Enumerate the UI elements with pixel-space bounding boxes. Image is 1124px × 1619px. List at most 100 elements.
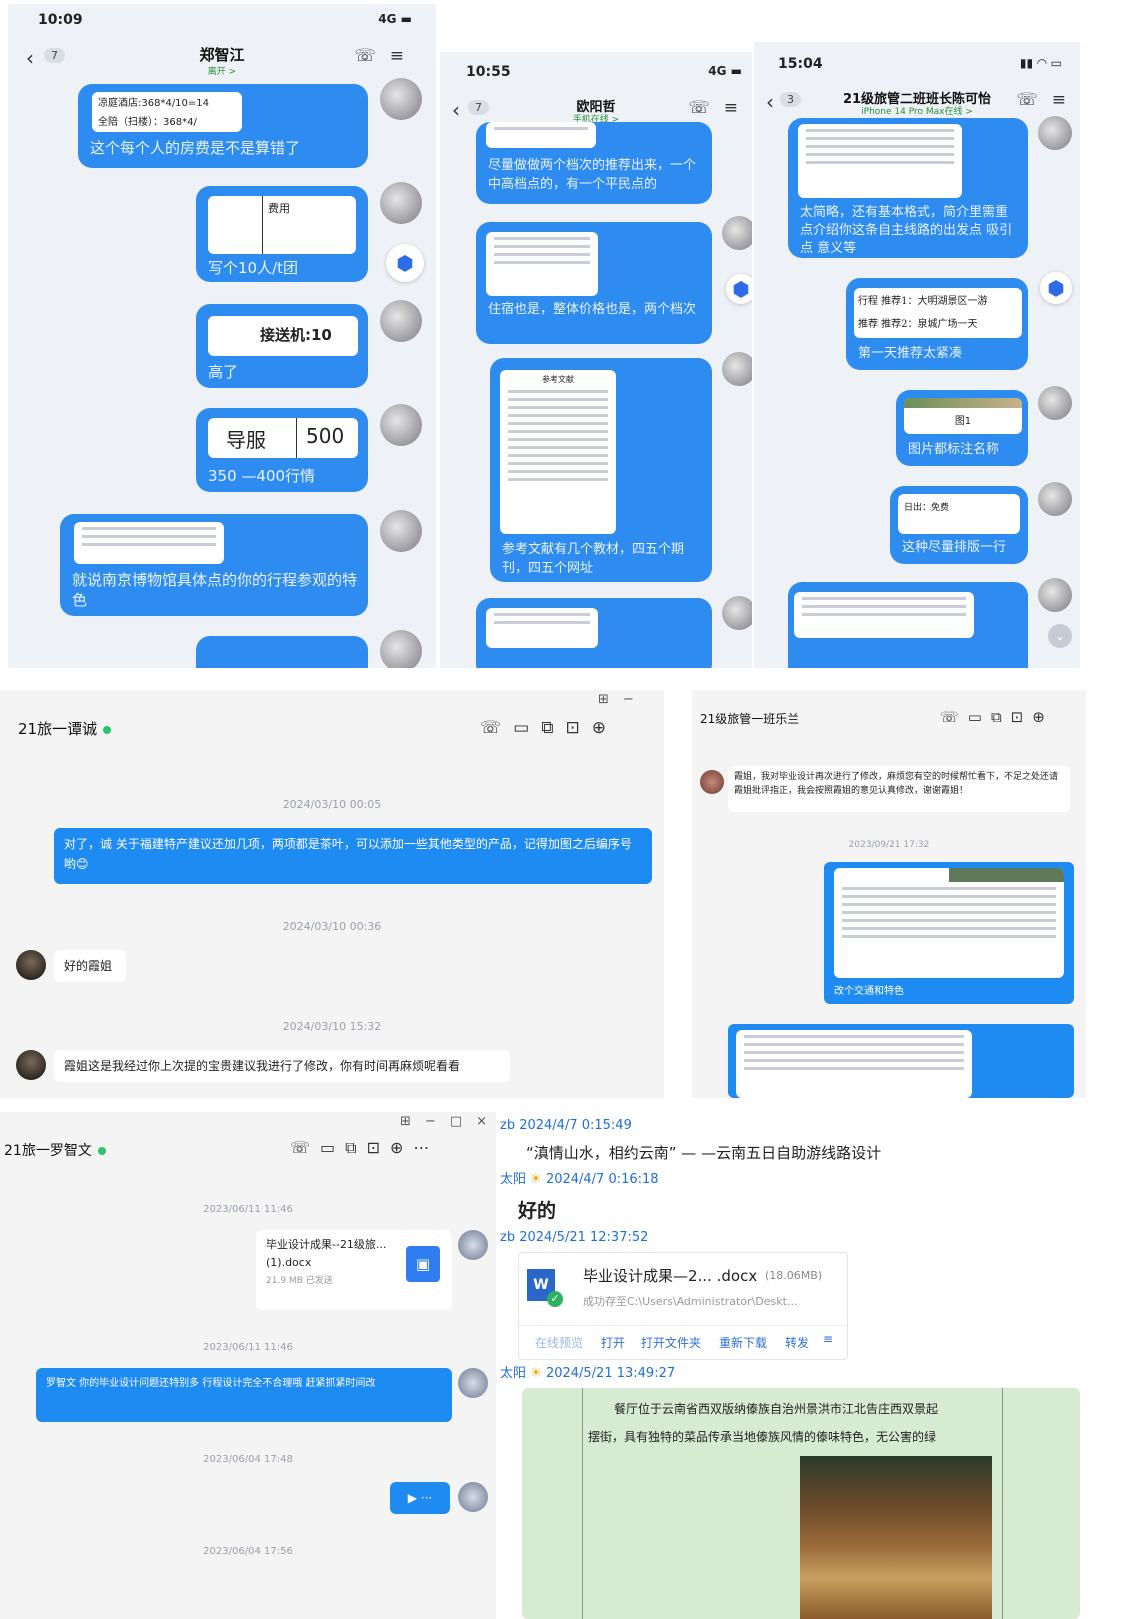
avatar[interactable] bbox=[1038, 116, 1072, 150]
image-attachment[interactable] bbox=[74, 522, 224, 564]
image-attachment[interactable]: 行程 推荐1：大明湖景区一游 推荐 推荐2：泉城广场一天 bbox=[854, 288, 1022, 338]
avatar[interactable] bbox=[380, 78, 422, 120]
assistant-fab-icon[interactable]: ⬢ bbox=[726, 274, 752, 304]
menu-icon[interactable]: ≡ bbox=[724, 98, 752, 118]
minimize-icon[interactable]: − bbox=[425, 1114, 450, 1129]
message-bubble[interactable]: 凉庭酒店:368*4/10=14 全陪（扫楼）：368*4/ 这个每个人的房费是… bbox=[78, 84, 368, 168]
image-attachment[interactable]: 接送机:10 bbox=[208, 316, 358, 356]
action-open-folder[interactable]: 打开文件夹 bbox=[641, 1334, 701, 1351]
message-bubble[interactable]: 图1 图片都标注名称 bbox=[896, 390, 1028, 466]
remote-icon[interactable]: ⊡ bbox=[367, 1138, 390, 1157]
image-attachment[interactable]: 图1 bbox=[904, 398, 1022, 434]
message-bubble[interactable]: 日出：免费 这种尽量排版一行 bbox=[890, 486, 1028, 564]
message-bubble[interactable]: 霞姐，我对毕业设计再次进行了修改，麻烦您有空的时候帮忙看下，不足之处还请霞姐批评… bbox=[728, 766, 1070, 812]
image-attachment[interactable] bbox=[794, 592, 974, 638]
message-bubble[interactable]: 导服 500 350 —400行情 bbox=[196, 408, 368, 492]
avatar[interactable] bbox=[16, 950, 46, 980]
menu-icon[interactable]: ≡ bbox=[1052, 90, 1080, 110]
avatar[interactable] bbox=[700, 770, 724, 794]
doc-paragraph: 摆街，具有独特的菜品传承当地傣族风情的傣味特色，无公害的绿 bbox=[588, 1430, 937, 1444]
image-attachment[interactable]: 日出：免费 bbox=[898, 494, 1020, 534]
file-card[interactable]: 毕业设计成果--21级旅... (1).docx 21.9 MB 已发送 ▣ bbox=[256, 1230, 452, 1310]
minimize-icon[interactable]: − bbox=[623, 692, 648, 707]
remote-icon[interactable]: ⊡ bbox=[565, 718, 591, 738]
phone-icon[interactable]: ☏ bbox=[480, 718, 513, 738]
message-bubble[interactable]: 罗智文 你的毕业设计问题还特别多 行程设计完全不合理哦 赶紧抓紧时间改 bbox=[36, 1368, 452, 1422]
avatar[interactable] bbox=[1038, 482, 1072, 516]
message-bubble[interactable]: 好的霞姐 bbox=[54, 950, 126, 982]
avatar[interactable] bbox=[722, 596, 752, 630]
avatar[interactable] bbox=[380, 630, 422, 668]
document-screenshot[interactable]: 餐厅位于云南省西双版纳傣族自治州景洪市江北告庄西双景起 摆街，具有独特的菜品传承… bbox=[522, 1388, 1080, 1619]
image-attachment[interactable] bbox=[736, 1030, 972, 1098]
message-bubble[interactable]: 行程 推荐1：大明湖景区一游 推荐 推荐2：泉城广场一天 第一天推荐太紧凑 bbox=[846, 278, 1028, 370]
message-bubble[interactable]: 接送机:10 高了 bbox=[196, 304, 368, 388]
message-bubble[interactable]: 就说南京博物馆具体点的你的行程参观的特色 bbox=[60, 514, 368, 616]
menu-icon[interactable]: ≡ bbox=[390, 46, 418, 66]
image-attachment[interactable]: 凉庭酒店:368*4/10=14 全陪（扫楼）：368*4/ bbox=[92, 92, 242, 132]
image-attachment[interactable] bbox=[486, 232, 598, 296]
scroll-down-icon[interactable]: ⌄ bbox=[1048, 624, 1072, 648]
maximize-icon[interactable]: □ bbox=[450, 1114, 476, 1129]
video-icon[interactable]: ▭ bbox=[968, 708, 991, 726]
avatar[interactable] bbox=[722, 352, 752, 386]
message-bubble[interactable]: 霞姐这是我经过你上次提的宝贵建议我进行了修改，你有时间再麻烦呢看看 bbox=[54, 1050, 510, 1082]
video-icon[interactable]: ▭ bbox=[513, 718, 541, 738]
screen-share-icon[interactable]: ⧉ bbox=[541, 718, 565, 738]
add-icon[interactable]: ⊕ bbox=[592, 718, 618, 738]
assistant-fab-icon[interactable]: ⬢ bbox=[386, 244, 424, 282]
remote-icon[interactable]: ⊡ bbox=[1011, 708, 1033, 726]
screen-share-icon[interactable]: ⧉ bbox=[345, 1138, 366, 1157]
more-menu-icon[interactable]: ≡ bbox=[823, 1332, 833, 1346]
image-attachment[interactable] bbox=[486, 608, 598, 648]
avatar[interactable] bbox=[380, 300, 422, 342]
close-icon[interactable]: × bbox=[476, 1114, 496, 1129]
avatar[interactable] bbox=[380, 182, 422, 224]
assistant-fab-icon[interactable]: ⬢ bbox=[1040, 272, 1072, 304]
image-attachment[interactable]: 导服 500 bbox=[208, 418, 358, 458]
add-icon[interactable]: ⊕ bbox=[1032, 708, 1054, 726]
avatar[interactable] bbox=[16, 1050, 46, 1080]
message-bubble[interactable]: 对了，诚 关于福建特产建议还加几项，两项都是茶叶，可以添加一些其他类型的产品，记… bbox=[54, 828, 652, 884]
avatar[interactable] bbox=[458, 1482, 488, 1512]
file-card[interactable]: W ✓ 毕业设计成果—2... .docx (18.06MB) 成功存至C:\U… bbox=[518, 1252, 848, 1360]
avatar[interactable] bbox=[1038, 386, 1072, 420]
phone-icon[interactable]: ☏ bbox=[688, 98, 723, 118]
message-bubble[interactable]: 参考文献 参考文献有几个教材，四五个期刊，四五个网址 bbox=[490, 358, 712, 582]
message-bubble[interactable]: 住宿也是，整体价格也是，两个档次 bbox=[476, 222, 712, 344]
phone-icon[interactable]: ☏ bbox=[354, 46, 389, 66]
phone-icon[interactable]: ☏ bbox=[290, 1138, 320, 1157]
message-bubble[interactable]: 太简略，还有基本格式，简介里需重点介绍你这条自主线路的出发点 吸引点 意义等 bbox=[788, 118, 1028, 258]
action-open[interactable]: 打开 bbox=[601, 1334, 625, 1351]
message-bubble[interactable]: 费用 写个10人/t团 bbox=[196, 186, 368, 282]
avatar[interactable] bbox=[380, 404, 422, 446]
avatar[interactable] bbox=[722, 216, 752, 250]
add-icon[interactable]: ⊕ bbox=[390, 1138, 413, 1157]
pin-icon[interactable]: ⊞ bbox=[598, 692, 623, 707]
image-attachment[interactable]: 费用 bbox=[208, 196, 356, 254]
avatar[interactable] bbox=[458, 1230, 488, 1260]
video-icon[interactable]: ▭ bbox=[320, 1138, 345, 1157]
avatar[interactable] bbox=[458, 1368, 488, 1398]
action-redownload[interactable]: 重新下载 bbox=[719, 1334, 767, 1351]
phone-icon[interactable]: ☏ bbox=[940, 708, 968, 726]
message-bubble[interactable]: 尽量做做两个档次的推荐出来，一个中高档点的，有一个平民点的 bbox=[476, 122, 712, 204]
action-forward[interactable]: 转发 bbox=[785, 1334, 809, 1351]
action-preview[interactable]: 在线预览 bbox=[535, 1334, 583, 1351]
avatar[interactable] bbox=[1038, 578, 1072, 612]
voice-message[interactable]: ▶ ··· bbox=[390, 1482, 450, 1514]
image-attachment[interactable] bbox=[834, 868, 1064, 978]
image-attachment[interactable] bbox=[798, 124, 962, 198]
pin-icon[interactable]: ⊞ bbox=[400, 1114, 425, 1129]
message-bubble[interactable] bbox=[196, 636, 368, 668]
image-attachment[interactable]: 参考文献 bbox=[500, 370, 616, 534]
more-icon[interactable]: ⋯ bbox=[413, 1138, 439, 1157]
phone-icon[interactable]: ☏ bbox=[1016, 90, 1051, 110]
message-bubble[interactable]: 改个交通和特色 bbox=[824, 862, 1074, 1004]
message-bubble[interactable] bbox=[476, 598, 712, 668]
avatar[interactable] bbox=[380, 510, 422, 552]
image-attachment[interactable] bbox=[486, 122, 596, 148]
screen-share-icon[interactable]: ⧉ bbox=[991, 708, 1011, 726]
message-bubble[interactable] bbox=[728, 1024, 1074, 1098]
message-bubble[interactable] bbox=[788, 582, 1028, 668]
